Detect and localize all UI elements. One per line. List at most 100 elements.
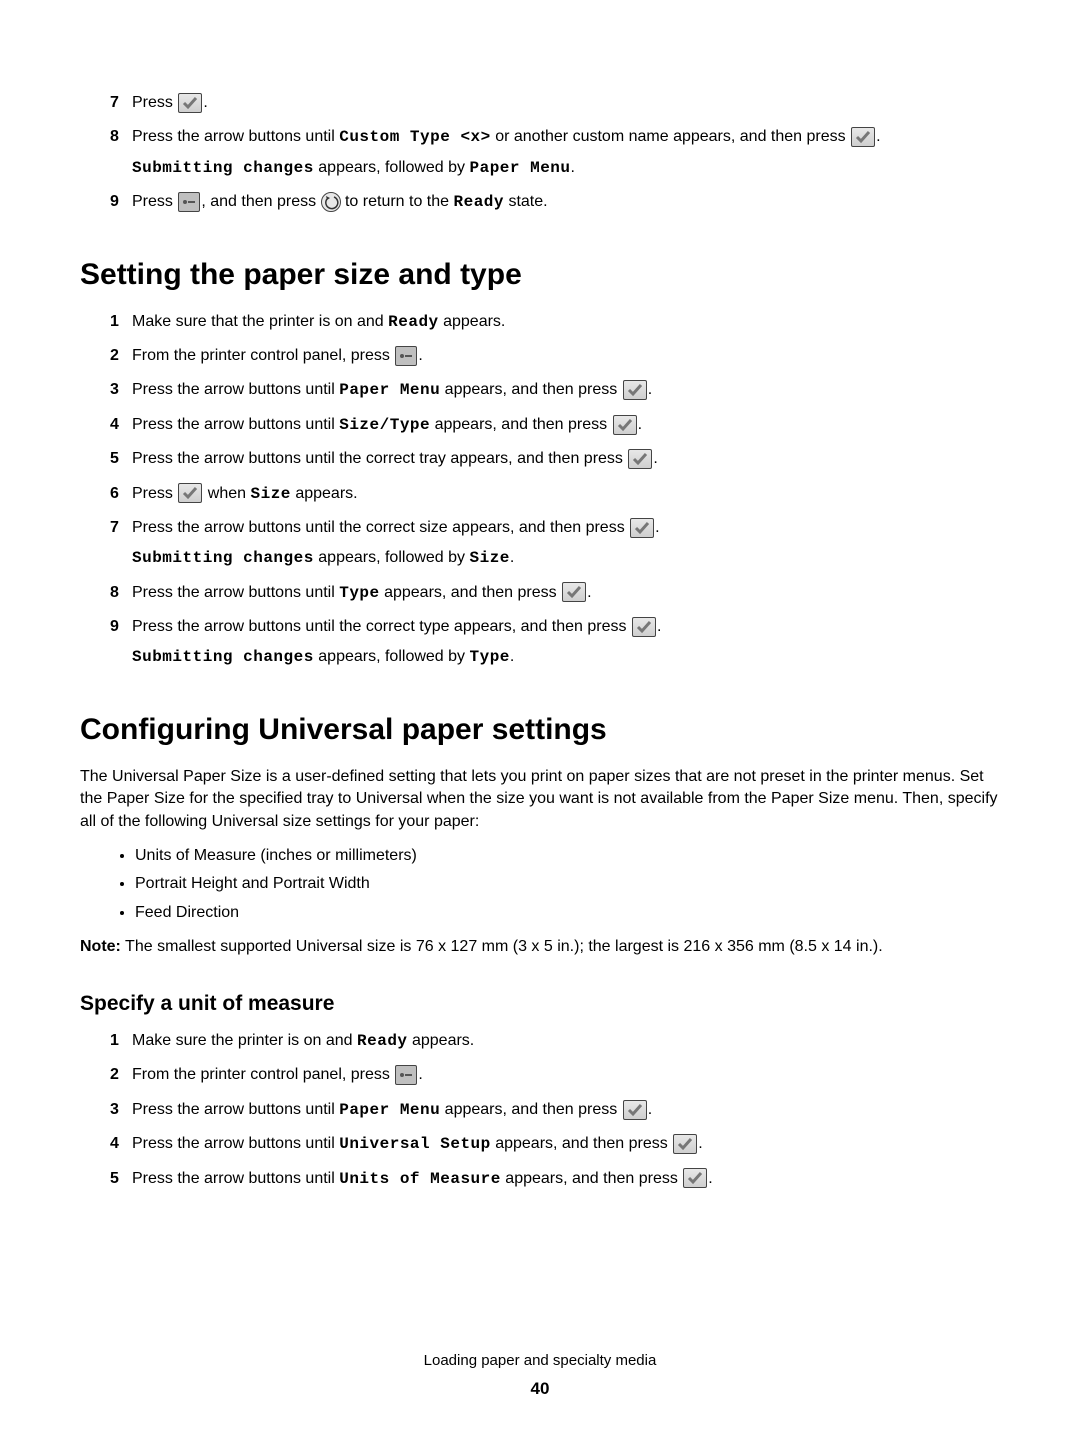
mono-text: Ready [453,193,504,211]
step-number: 2 [110,1064,119,1086]
step-subtext: Submitting changes appears, followed by … [132,646,1000,668]
bullet-list: Units of Measure (inches or millimeters)… [80,845,1000,924]
step-text: appears, and then press [430,416,611,433]
mono-text: Submitting changes [132,648,314,666]
step-text: Press the arrow buttons until [132,1135,339,1152]
check-button-icon [178,93,202,113]
heading-config-universal: Configuring Universal paper settings [80,709,1000,751]
check-button-icon [623,380,647,400]
step-text: appears, and then press [380,584,561,601]
specify-steps-list: 1 Make sure the printer is on and Ready … [80,1030,1000,1190]
check-button-icon [851,127,875,147]
mono-text: Size [469,549,509,567]
step-6: 6 Press when Size appears. [110,483,1000,505]
step-text: appears, and then press [440,1101,621,1118]
step-text: Press the arrow buttons until [132,1170,339,1187]
step-text: , and then press [201,193,320,210]
step-text: Make sure that the printer is on and [132,313,388,330]
step-2: 2 From the printer control panel, press … [110,345,1000,367]
bullet-item: Units of Measure (inches or millimeters) [135,845,1000,867]
step-text: or another custom name appears, and then… [491,128,850,145]
mono-text: Ready [357,1032,408,1050]
bullet-item: Portrait Height and Portrait Width [135,873,1000,895]
step-text: Press [132,193,177,210]
mono-text: Paper Menu [339,1101,440,1119]
heading-setting-paper: Setting the paper size and type [80,254,1000,296]
check-button-icon [632,617,656,637]
step-number: 4 [110,1133,119,1155]
check-button-icon [673,1134,697,1154]
menu-button-icon [178,192,200,212]
step-text: appears, and then press [440,381,621,398]
check-button-icon [683,1168,707,1188]
step-text: From the printer control panel, press [132,1066,394,1083]
step-1: 1 Make sure the printer is on and Ready … [110,1030,1000,1052]
mono-text: Submitting changes [132,159,314,177]
step-text: . [648,1101,652,1118]
step-number: 7 [110,517,119,539]
note-label: Note: [80,938,121,955]
step-text: Press the arrow buttons until [132,381,339,398]
step-subtext: Submitting changes appears, followed by … [132,547,1000,569]
mono-text: Universal Setup [339,1135,491,1153]
step-text: Press the arrow buttons until the correc… [132,450,627,467]
check-button-icon [630,518,654,538]
step-4: 4 Press the arrow buttons until Universa… [110,1133,1000,1155]
step-text: appears. [291,485,358,502]
check-button-icon [562,582,586,602]
step-text: . [648,381,652,398]
step-number: 7 [110,92,119,114]
step-1: 1 Make sure that the printer is on and R… [110,311,1000,333]
step-text: . [876,128,880,145]
step-2: 2 From the printer control panel, press … [110,1064,1000,1086]
step-8: 8 Press the arrow buttons until Custom T… [110,126,1000,179]
step-text: . [587,584,591,601]
note-paragraph: Note: The smallest supported Universal s… [80,936,1000,958]
step-text: appears. [439,313,506,330]
step-4: 4 Press the arrow buttons until Size/Typ… [110,414,1000,436]
step-7: 7 Press the arrow buttons until the corr… [110,517,1000,570]
step-8: 8 Press the arrow buttons until Type app… [110,582,1000,604]
top-steps-list: 7 Press . 8 Press the arrow buttons unti… [80,92,1000,214]
step-text: appears. [408,1032,475,1049]
step-text: appears, followed by [314,549,470,566]
step-number: 5 [110,448,119,470]
step-text: . [203,94,207,111]
step-text: . [708,1170,712,1187]
config-paragraph: The Universal Paper Size is a user-defin… [80,766,1000,833]
step-text: . [653,450,657,467]
mono-text: Paper Menu [339,381,440,399]
step-number: 3 [110,379,119,401]
check-button-icon [628,449,652,469]
back-button-icon [321,192,341,212]
heading-specify-unit: Specify a unit of measure [80,989,1000,1018]
step-text: . [418,1066,422,1083]
mono-text: Ready [388,313,439,331]
step-number: 9 [110,616,119,638]
step-text: when [203,485,250,502]
step-text: appears, and then press [501,1170,682,1187]
step-9: 9 Press , and then press to return to th… [110,191,1000,213]
menu-button-icon [395,346,417,366]
step-number: 8 [110,126,119,148]
step-3: 3 Press the arrow buttons until Paper Me… [110,1099,1000,1121]
step-text: . [655,519,659,536]
mono-text: Submitting changes [132,549,314,567]
step-text: Press the arrow buttons until [132,128,339,145]
mono-text: Size [250,485,290,503]
step-number: 8 [110,582,119,604]
mono-text: Type [469,648,509,666]
step-text: . [698,1135,702,1152]
step-number: 2 [110,345,119,367]
step-text: appears, followed by [314,159,470,176]
step-text: Press the arrow buttons until the correc… [132,519,629,536]
step-text: From the printer control panel, press [132,347,394,364]
check-button-icon [613,415,637,435]
step-text: Press the arrow buttons until [132,584,339,601]
step-number: 9 [110,191,119,213]
mono-text: Custom Type <x> [339,128,491,146]
step-subtext: Submitting changes appears, followed by … [132,157,1000,179]
step-text: . [638,416,642,433]
step-text: Press [132,485,177,502]
page-number: 40 [80,1377,1000,1401]
